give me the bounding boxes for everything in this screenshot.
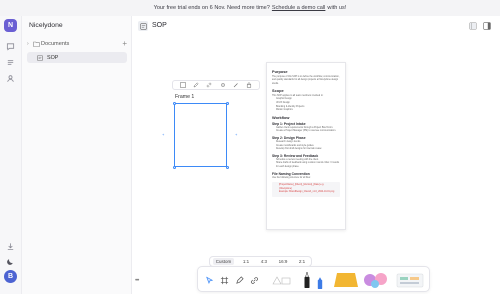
pen-icon[interactable] [232,82,239,89]
download-icon[interactable] [5,241,16,252]
step2-heading: Step 2: Design Phase [272,135,306,140]
link-icon[interactable] [206,82,213,89]
banner-suffix: with us! [327,5,347,11]
template-icon[interactable] [396,271,424,289]
folder-icon [33,41,41,47]
frame-icon[interactable] [179,82,186,89]
purpose-heading: Purpose [272,69,288,74]
sticky-note-icon[interactable] [333,271,359,289]
drawing-toolbar [197,266,430,292]
documents-section[interactable]: › Documents + [27,39,127,49]
add-connector-icon[interactable]: + [235,132,237,137]
panel-icon[interactable] [482,21,492,31]
more-options-icon[interactable]: ••• [135,278,139,284]
pen-tool-icon[interactable] [234,275,244,285]
edit-icon[interactable] [192,82,199,89]
scope-heading: Scope [272,88,284,94]
resize-handle[interactable] [172,165,176,169]
naming-heading: File Naming Convention [272,171,310,176]
list-item: Develop first draft designs for internal… [276,148,340,152]
sticker-icon[interactable] [363,271,389,289]
aspect-option-1-1[interactable]: 1:1 [240,258,252,265]
document-icon [37,54,43,61]
documents-label: Documents [41,41,70,47]
text-tool-icon[interactable] [300,271,314,289]
workspace-name[interactable]: Nicelydone [29,22,63,29]
select-tool-icon[interactable] [204,275,214,285]
icon-rail: N B [0,16,22,294]
aspect-option-2-1[interactable]: 2:1 [296,258,308,265]
document-icon [138,21,148,31]
sidebar-item-label: SOP [47,54,59,61]
aspect-option-custom[interactable]: Custom [212,258,235,265]
moon-icon[interactable] [5,256,16,267]
frame-toolbar [172,80,260,90]
marker-tool-icon[interactable] [315,275,325,291]
banner-text: Your free trial ends on 6 Nov. Need more… [153,5,270,11]
aspect-option-16-9[interactable]: 16:9 [276,258,291,265]
document-card[interactable]: Purpose The purpose of this SOP is to de… [266,62,346,230]
resize-handle[interactable] [225,101,229,105]
user-avatar[interactable]: B [4,270,17,283]
page-title[interactable]: SOP [152,22,167,29]
trial-banner: Your free trial ends on 6 Nov. Need more… [0,0,500,16]
add-document-button[interactable]: + [122,39,127,49]
list-item: Example: BrandDesign_ClientA_v1.0_2024-1… [279,191,337,195]
workflow-heading: Workflow [272,114,290,120]
list-item: Create a Project Manager (PM) to oversee… [276,130,340,134]
purpose-text: The purpose of this SOP is to define the… [272,75,340,85]
settings-icon[interactable] [219,82,226,89]
aspect-option-4-3[interactable]: 4:3 [258,258,270,265]
step1-heading: Step 1: Project Intake [272,121,306,126]
sidebar: Nicelydone › Documents + SOP [22,16,132,294]
sidebar-item-sop[interactable]: SOP [27,52,127,63]
frame-tool-icon[interactable] [219,275,229,285]
step3-heading: Step 3: Review and Feedback [272,153,319,158]
link-tool-icon[interactable] [249,275,259,285]
add-connector-icon[interactable]: + [162,132,164,137]
contacts-icon[interactable] [5,73,16,84]
workspace-avatar[interactable]: N [4,19,17,32]
code-block: [ProjectName]_[Client]_[Version]_[Date] … [272,182,340,197]
lock-icon[interactable] [246,82,253,89]
hidden-sidebar-icon[interactable] [468,21,478,31]
list-item: Motion Graphics [276,109,340,113]
resize-handle[interactable] [172,101,176,105]
resize-handle[interactable] [225,165,229,169]
selected-frame[interactable] [174,103,227,167]
document-header: SOP [132,16,500,36]
chat-icon[interactable] [5,41,16,52]
naming-intro: Use the following structure for all file… [272,176,311,179]
schedule-demo-link[interactable]: Schedule a demo call [272,5,326,11]
shape-tool-icon[interactable] [271,275,293,285]
frame-label[interactable]: Frame 1 [175,94,194,100]
list-item: Share drafts of feedback using revision … [276,162,340,169]
list-icon[interactable] [5,57,16,68]
